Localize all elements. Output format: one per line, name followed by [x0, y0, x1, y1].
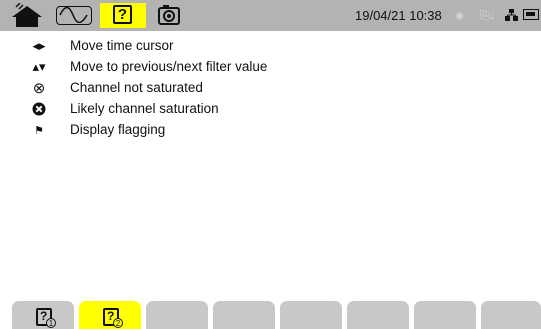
tab-empty[interactable]: [213, 301, 275, 329]
legend-label: Likely channel saturation: [70, 101, 219, 116]
page-number: 1: [46, 318, 56, 328]
legend-label: Display flagging: [70, 122, 166, 137]
tab-help-page-2[interactable]: ? 2: [79, 301, 141, 329]
function-key-tabs: ? 1 ? 2: [0, 301, 541, 329]
tab-help-page-1[interactable]: ? 1: [12, 301, 74, 329]
date-time: 19/04/21 10:38: [355, 8, 442, 23]
usb-icon: ⎘⇣: [480, 8, 496, 22]
page-number: 2: [113, 318, 123, 328]
status-bar: ? 19/04/21 10:38 ◈ ⎘⇣: [0, 0, 541, 31]
circle-x-filled-icon: [28, 99, 50, 119]
waveform-button[interactable]: [56, 6, 92, 25]
legend-item: ⚑ Display flagging: [0, 120, 541, 140]
camera-icon: [158, 5, 180, 25]
tab-empty[interactable]: [347, 301, 409, 329]
recording-icon: ◈: [455, 8, 465, 22]
legend-label: Move to previous/next filter value: [70, 59, 268, 74]
tab-empty[interactable]: [481, 301, 541, 329]
legend-item: ▴▾ Move to previous/next filter value: [0, 57, 541, 77]
legend-label: Channel not saturated: [70, 80, 203, 95]
flag-icon: ⚑: [34, 124, 44, 137]
left-right-arrows-icon: ◂▸: [32, 38, 46, 53]
legend-item: Likely channel saturation: [0, 99, 541, 119]
help-icon: ?: [113, 5, 132, 24]
snapshot-button[interactable]: [154, 3, 184, 28]
legend-item: ⊗ Channel not saturated: [0, 78, 541, 98]
network-icon: [505, 9, 518, 21]
legend-item: ◂▸ Move time cursor: [0, 36, 541, 56]
battery-icon: [523, 9, 539, 20]
help-button[interactable]: ?: [100, 3, 146, 28]
tab-empty[interactable]: [280, 301, 342, 329]
tab-empty[interactable]: [414, 301, 476, 329]
home-button[interactable]: [6, 2, 48, 28]
home-icon: [12, 2, 42, 27]
legend-label: Move time cursor: [70, 38, 174, 53]
circle-x-outline-icon: ⊗: [32, 80, 46, 97]
waveform-icon: [59, 6, 88, 24]
tab-empty[interactable]: [146, 301, 208, 329]
up-down-arrows-icon: ▴▾: [32, 59, 46, 74]
